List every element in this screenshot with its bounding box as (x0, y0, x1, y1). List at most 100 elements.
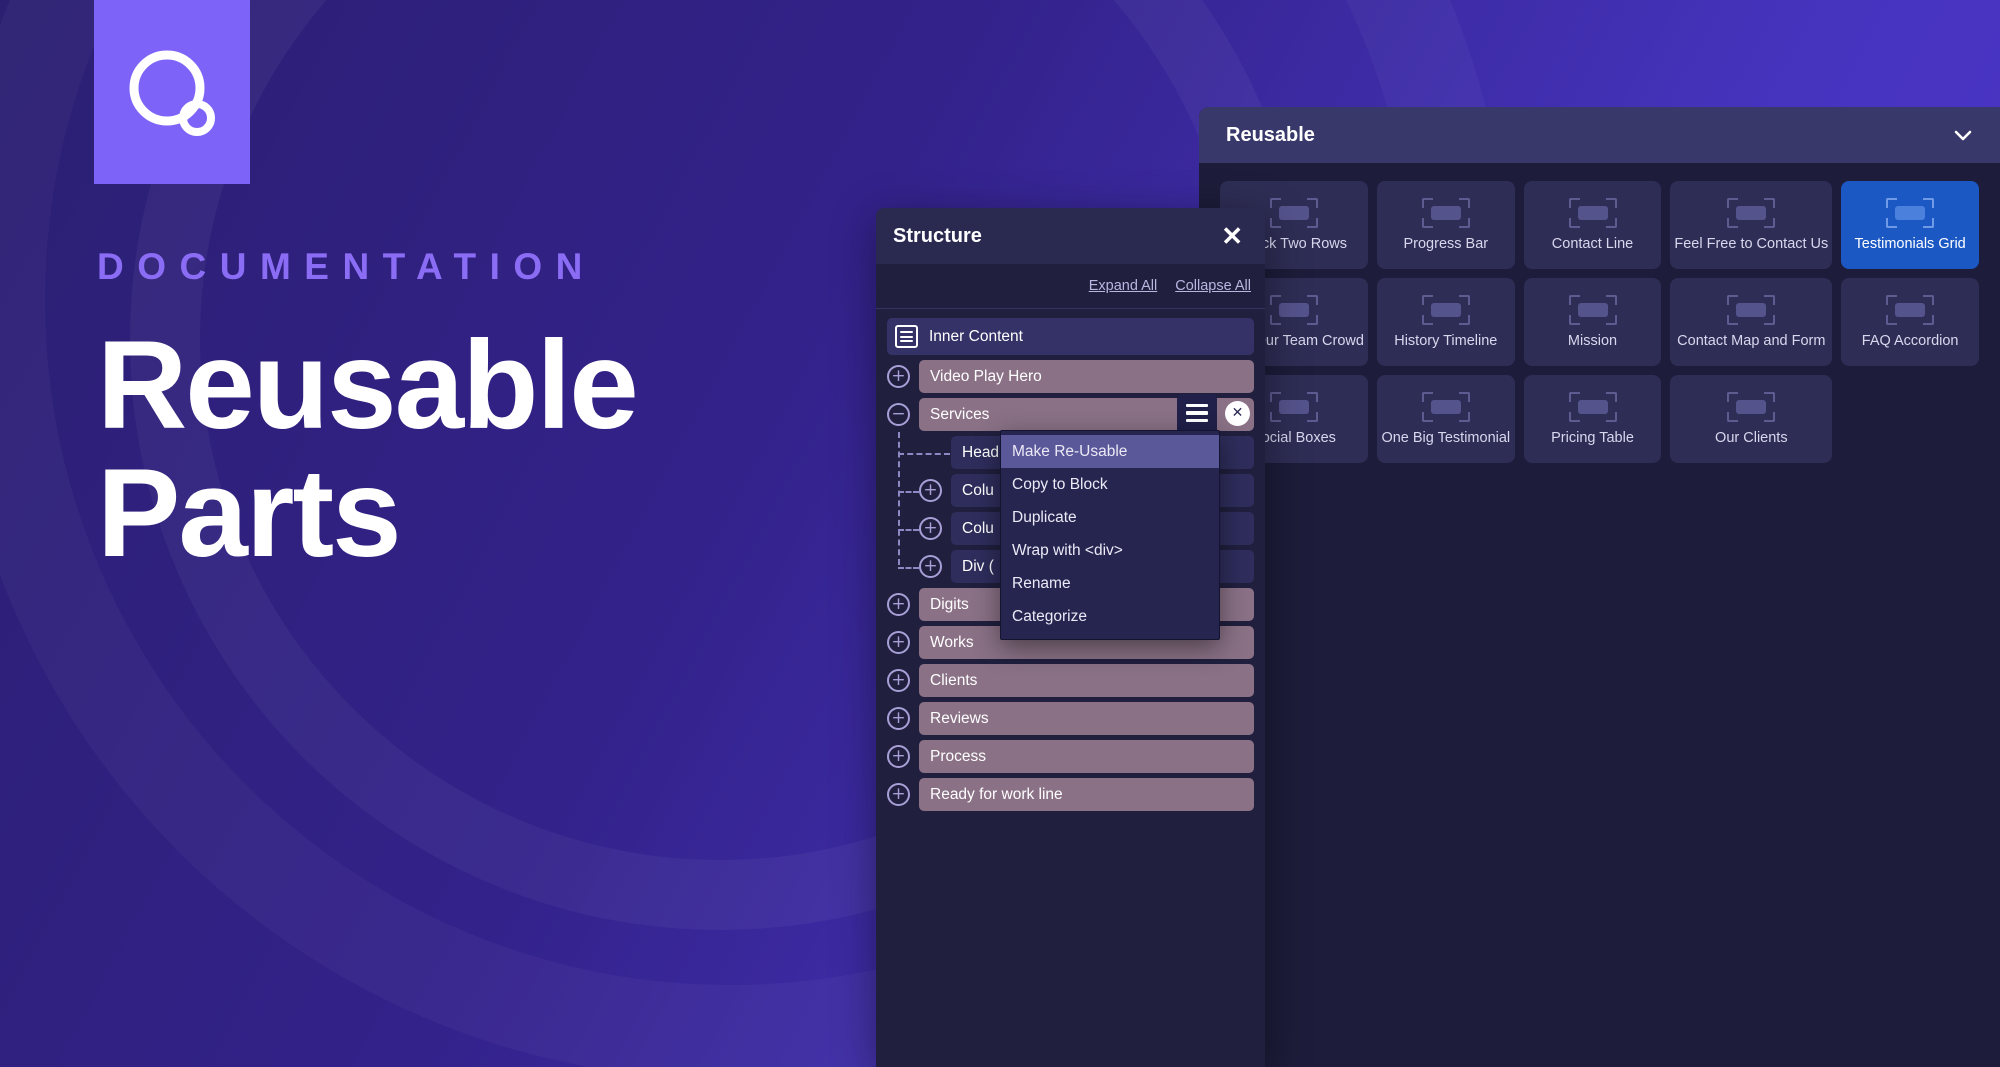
tree-row-label: Video Play Hero (930, 367, 1042, 385)
quant-circle-logo-icon (122, 46, 222, 143)
tree-child-label: Colu (962, 481, 994, 499)
frame-placeholder-icon (1568, 392, 1617, 422)
tree-row-label: Services (930, 405, 990, 423)
context-menu-item[interactable]: Duplicate (1001, 501, 1219, 534)
frame-placeholder-icon (1421, 198, 1470, 228)
frame-placeholder-icon (1568, 295, 1617, 325)
expand-all-link[interactable]: Expand All (1089, 278, 1158, 294)
collapse-all-link[interactable]: Collapse All (1175, 278, 1251, 294)
frame-placeholder-icon (1727, 392, 1776, 422)
reusable-card-label: Contact Line (1551, 236, 1634, 252)
expand-toggle-icon[interactable]: + (919, 555, 942, 578)
tree-row-actions: ✕ (1177, 394, 1250, 432)
reusable-card[interactable]: Progress Bar (1376, 181, 1515, 269)
reusable-card-label: Mission (1567, 333, 1618, 349)
reusable-card[interactable]: Contact Line (1523, 181, 1662, 269)
frame-placeholder-icon (1421, 392, 1470, 422)
expand-toggle-icon[interactable]: + (887, 783, 910, 806)
frame-placeholder-icon (1727, 295, 1776, 325)
expand-toggle-icon[interactable]: + (919, 479, 942, 502)
frame-placeholder-icon (1269, 392, 1318, 422)
reusable-card[interactable]: One Big Testimonial (1376, 375, 1515, 463)
reusable-card-label: FAQ Accordion (1861, 333, 1959, 349)
logo-tile (94, 0, 250, 184)
context-menu-item-label: Rename (1012, 574, 1071, 592)
reusable-card-label: One Big Testimonial (1381, 430, 1511, 446)
tree-row[interactable]: + Video Play Hero (887, 360, 1254, 393)
tree-child-label: Head (962, 443, 1000, 461)
tree-child-label: Colu (962, 519, 994, 537)
expand-toggle-icon[interactable]: + (887, 745, 910, 768)
context-menu-items: Make Re-Usable Copy to Block Duplicate Wrap… (1001, 435, 1219, 633)
context-menu-item[interactable]: Make Re-Usable (1001, 435, 1219, 468)
context-menu: Make Re-Usable Copy to Block Duplicate Wrap… (1000, 430, 1220, 640)
reusable-card-label: Contact Map and Form (1677, 333, 1826, 349)
expand-toggle-icon[interactable]: + (919, 517, 942, 540)
delete-circle-icon[interactable]: ✕ (1225, 400, 1250, 426)
tree-row-pill[interactable]: Ready for work line (919, 778, 1254, 811)
reusable-panel-title: Reusable (1226, 123, 1315, 146)
reusable-card[interactable]: Mission (1523, 278, 1662, 366)
document-list-icon (895, 325, 918, 348)
tree-row-label: Ready for work line (930, 785, 1063, 803)
tree-row-pill[interactable]: Video Play Hero (919, 360, 1254, 393)
tree-row-label: Clients (930, 671, 978, 689)
chevron-down-icon[interactable] (1952, 124, 1974, 146)
context-menu-item-label: Wrap with <div> (1012, 541, 1123, 559)
tree-row[interactable]: + Clients (887, 664, 1254, 697)
collapse-toggle-icon[interactable]: − (887, 403, 910, 426)
context-menu-item[interactable]: Rename (1001, 567, 1219, 600)
hamburger-icon[interactable] (1177, 394, 1217, 432)
tree-root-label: Inner Content (929, 327, 1023, 345)
tree-row[interactable]: + Process (887, 740, 1254, 773)
reusable-card[interactable]: History Timeline (1376, 278, 1515, 366)
tree-row-label: Process (930, 747, 986, 765)
tree-row-pill[interactable]: Process (919, 740, 1254, 773)
tree-root-row[interactable]: Inner Content (887, 318, 1254, 355)
reusable-card-label: Progress Bar (1403, 236, 1489, 252)
reusable-card[interactable]: Pricing Table (1523, 375, 1662, 463)
context-menu-item[interactable]: Copy to Block (1001, 468, 1219, 501)
reusable-card[interactable]: Contact Map and Form (1670, 278, 1833, 366)
reusable-card-label: Our Clients (1715, 430, 1788, 446)
frame-placeholder-icon (1727, 198, 1776, 228)
reusable-card-label: Feel Free to Contact Us (1674, 236, 1829, 252)
context-menu-item[interactable]: Wrap with <div> (1001, 534, 1219, 567)
reusable-parts-grid: Block Two Rows Progress Bar Contact Line Fe… (1199, 163, 2000, 463)
structure-panel-header: Structure ✕ (876, 208, 1265, 264)
expand-toggle-icon[interactable]: + (887, 631, 910, 654)
tree-row-pill[interactable]: Clients (919, 664, 1254, 697)
expand-toggle-icon[interactable]: + (887, 707, 910, 730)
expand-toggle-icon[interactable]: + (887, 593, 910, 616)
tree-child-label: Div ( (962, 557, 994, 575)
tree-row[interactable]: + Ready for work line (887, 778, 1254, 811)
page-eyebrow: DOCUMENTATION (97, 246, 596, 287)
tree-row[interactable]: + Reviews (887, 702, 1254, 735)
frame-placeholder-icon (1421, 295, 1470, 325)
structure-panel-title: Structure (893, 224, 982, 247)
expand-toggle-icon[interactable]: + (887, 365, 910, 388)
frame-placeholder-icon (1269, 198, 1318, 228)
reusable-card[interactable]: Testimonials Grid (1841, 181, 1979, 269)
reusable-card[interactable]: Feel Free to Contact Us (1670, 181, 1833, 269)
frame-placeholder-icon (1568, 198, 1617, 228)
reusable-card-label: Pricing Table (1551, 430, 1634, 446)
reusable-card[interactable]: Our Clients (1670, 375, 1833, 463)
structure-panel-toolbar: Expand All Collapse All (876, 264, 1265, 309)
reusable-panel-header[interactable]: Reusable (1199, 107, 2000, 163)
context-menu-item[interactable]: Categorize (1001, 600, 1219, 633)
close-icon[interactable]: ✕ (1221, 223, 1243, 249)
reusable-card-label: Testimonials Grid (1854, 236, 1966, 252)
tree-row-label: Reviews (930, 709, 989, 727)
context-menu-item-label: Categorize (1012, 607, 1087, 625)
tree-row-services[interactable]: − Services ✕ (887, 394, 1254, 432)
tree-root-pill[interactable]: Inner Content (887, 318, 1254, 355)
context-menu-item-label: Copy to Block (1012, 475, 1108, 493)
expand-toggle-icon[interactable]: + (887, 669, 910, 692)
page-title-line2: Parts (97, 444, 402, 583)
reusable-card-label: History Timeline (1394, 333, 1498, 349)
reusable-card[interactable]: FAQ Accordion (1841, 278, 1979, 366)
tree-row-pill[interactable]: Reviews (919, 702, 1254, 735)
frame-placeholder-icon (1886, 198, 1935, 228)
page-title-line1: Reusable (97, 316, 639, 455)
